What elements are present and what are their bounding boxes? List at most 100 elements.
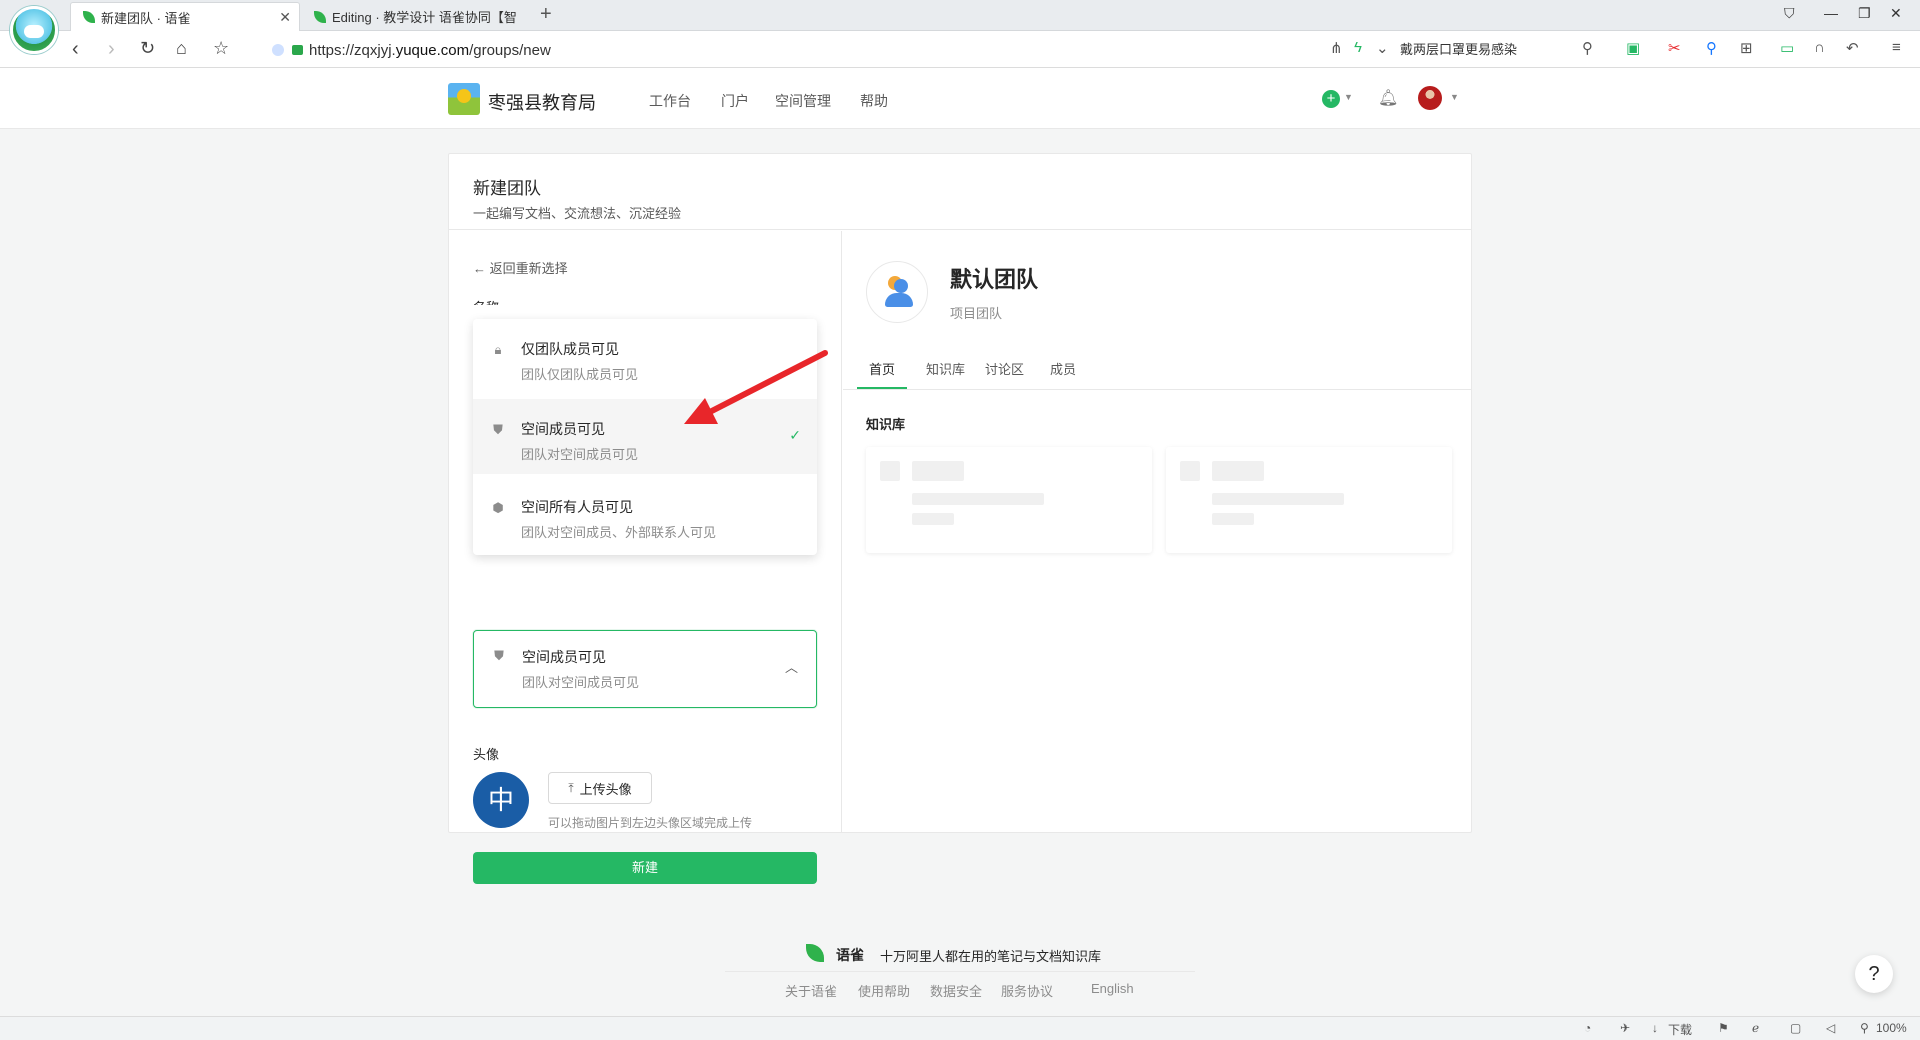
add-plus-icon[interactable]: + <box>1322 90 1340 108</box>
restore-icon[interactable]: ❐ <box>1858 5 1871 22</box>
apps-grid-icon[interactable]: ⊞ <box>1740 39 1753 57</box>
team-avatar[interactable]: 中 <box>473 772 529 828</box>
caret-down-icon[interactable]: ▼ <box>1344 92 1353 102</box>
minimize-icon[interactable]: — <box>1824 5 1838 21</box>
caret-down-icon[interactable]: ▼ <box>1450 92 1459 102</box>
option-title: 空间所有人员可见 <box>521 499 633 515</box>
footer-link-data-security[interactable]: 数据安全 <box>930 981 982 1000</box>
footer-link-terms[interactable]: 服务协议 <box>1001 981 1053 1000</box>
footer-brand[interactable]: 语雀 <box>836 945 864 965</box>
magnifier-icon[interactable]: ⚲ <box>1706 39 1717 57</box>
back-icon[interactable]: ‹ <box>72 38 79 61</box>
tab-knowledge-base[interactable]: 知识库 <box>926 359 965 378</box>
bookmark-star-icon[interactable]: ☆ <box>213 38 229 59</box>
url-path: /groups/new <box>469 41 551 59</box>
nav-workbench[interactable]: 工作台 <box>649 91 691 111</box>
tab-members[interactable]: 成员 <box>1050 359 1076 378</box>
window-icon[interactable]: ▢ <box>1790 1021 1801 1035</box>
footer-link-about[interactable]: 关于语雀 <box>785 981 837 1000</box>
reload-icon[interactable]: ↻ <box>140 38 155 59</box>
name-label: 名称 <box>473 297 499 305</box>
headphones-icon[interactable]: ∩ <box>1814 39 1825 56</box>
shirt-skin-icon[interactable]: ⛉ <box>1784 5 1795 22</box>
url-host: yuque.com <box>395 41 470 59</box>
nav-help[interactable]: 帮助 <box>860 91 888 111</box>
download-label[interactable]: 下载 <box>1668 1021 1692 1038</box>
back-reselect-link[interactable]: ← 返回重新选择 <box>473 258 568 277</box>
app-header: 枣强县教育局 工作台 门户 空间管理 帮助 + ▼ 🔔︎ ▼ <box>0 68 1920 129</box>
chevron-down-icon[interactable]: ⌄ <box>1376 39 1389 57</box>
scissors-icon[interactable]: ✂ <box>1668 39 1681 57</box>
upload-avatar-button[interactable]: ⤒ 上传头像 <box>548 772 652 804</box>
footer-link-english[interactable]: English <box>1091 981 1134 996</box>
undo-icon[interactable]: ↶ <box>1846 39 1859 57</box>
search-input[interactable]: 戴两层口罩更易感染 <box>1400 38 1600 62</box>
user-avatar[interactable] <box>1418 86 1442 110</box>
search-text: 戴两层口罩更易感染 <box>1400 42 1518 57</box>
zoom-icon[interactable]: ⚲ <box>1860 1021 1869 1035</box>
lightning-icon[interactable]: ϟ <box>1354 39 1362 56</box>
upload-icon: ⤒ <box>568 780 574 795</box>
visibility-option-space-members[interactable]: ⛊ 空间成员可见 团队对空间成员可见 ✓ <box>473 399 817 474</box>
tab-home[interactable]: 首页 <box>869 359 895 378</box>
tab-title: 新建团队 · 语雀 <box>101 10 191 26</box>
url-field[interactable]: https://zqxjyj. yuque.com/groups/new <box>272 38 1312 62</box>
selected-visibility-desc: 团队对空间成员可见 <box>522 675 640 690</box>
visibility-option-team-only[interactable]: 🔒︎ 仅团队成员可见 团队仅团队成员可见 <box>473 319 817 394</box>
option-desc: 团队对空间成员可见 <box>521 447 639 462</box>
browser-status-bar: ◔ ✈ ↓ 下载 ⚑ ℯ ▢ ◁ ⚲ 100% <box>0 1016 1920 1040</box>
close-tab-icon[interactable]: ✕ <box>279 9 291 26</box>
battery-icon[interactable]: ▭ <box>1780 39 1794 57</box>
option-title: 仅团队成员可见 <box>521 341 619 357</box>
upload-hint: 可以拖动图片到左边头像区域完成上传 <box>548 816 753 830</box>
download-icon[interactable]: ↓ <box>1652 1021 1658 1035</box>
tab-title: Editing · 教学设计 语雀协同【智 <box>332 10 517 25</box>
yuque-logo-icon <box>806 944 824 962</box>
address-toolbar: ‹ › ↻ ⌂ ☆ https://zqxjyj. yuque.com/group… <box>0 31 1920 68</box>
create-button[interactable]: 新建 <box>473 852 817 884</box>
shield-icon: ⛊ <box>493 422 503 437</box>
tab-divider <box>843 389 1471 390</box>
browser-tab-active[interactable]: 新建团队 · 语雀 ✕ <box>70 2 300 31</box>
site-info-icon[interactable] <box>272 44 284 56</box>
speaker-icon[interactable]: ◁ <box>1826 1021 1835 1035</box>
pin-icon[interactable]: ✈ <box>1620 1021 1630 1035</box>
flag-icon[interactable]: ⚑ <box>1718 1021 1729 1035</box>
option-desc: 团队对空间成员、外部联系人可见 <box>521 525 717 540</box>
org-name[interactable]: 枣强县教育局 <box>488 89 596 115</box>
footer-link-help[interactable]: 使用帮助 <box>858 981 910 1000</box>
menu-icon[interactable]: ≡ <box>1892 39 1901 56</box>
ie-icon[interactable]: ℯ <box>1752 1021 1759 1035</box>
option-title: 空间成员可见 <box>521 421 605 437</box>
selected-visibility-title: 空间成员可见 <box>522 649 606 665</box>
nav-space-management[interactable]: 空间管理 <box>775 91 831 111</box>
search-icon[interactable]: ⚲ <box>1582 39 1593 57</box>
upload-label: 上传头像 <box>579 781 632 797</box>
shield-icon: ⛊ <box>494 648 504 663</box>
tab-discussion[interactable]: 讨论区 <box>985 359 1024 378</box>
page-title: 新建团队 <box>473 179 541 198</box>
share-icon[interactable]: ⋔ <box>1330 39 1343 57</box>
browser-tab[interactable]: Editing · 教学设计 语雀协同【智 <box>302 2 532 31</box>
forward-icon[interactable]: › <box>108 38 115 61</box>
avatar-label: 头像 <box>473 747 500 762</box>
close-window-icon[interactable]: ✕ <box>1890 5 1902 22</box>
skeleton-card <box>1166 447 1452 553</box>
back-link-label: 返回重新选择 <box>489 261 568 276</box>
help-button[interactable]: ? <box>1855 955 1893 993</box>
nav-portal[interactable]: 门户 <box>721 91 749 111</box>
org-logo-icon[interactable] <box>448 83 480 115</box>
browser-tab-bar: 新建团队 · 语雀 ✕ Editing · 教学设计 语雀协同【智 + ⛉ — … <box>0 0 1920 54</box>
translate-icon[interactable]: ▣ <box>1626 39 1640 57</box>
zoom-level[interactable]: 100% <box>1876 1021 1907 1035</box>
footer-slogan: 十万阿里人都在用的笔记与文档知识库 <box>880 949 1102 964</box>
speed-icon[interactable]: ◔ <box>1584 1021 1591 1035</box>
new-tab-button[interactable]: + <box>540 3 552 26</box>
preview-team-name: 默认团队 <box>950 267 1039 292</box>
url-prefix: https://zqxjyj. <box>309 41 396 59</box>
visibility-select[interactable]: ⛊ 空间成员可见 团队对空间成员可见 ︿ <box>473 630 817 708</box>
home-icon[interactable]: ⌂ <box>176 38 187 59</box>
browser-logo-icon[interactable] <box>10 6 58 54</box>
bell-icon[interactable]: 🔔︎ <box>1378 88 1398 108</box>
visibility-option-everyone[interactable]: ⬢ 空间所有人员可见 团队对空间成员、外部联系人可见 <box>473 477 817 552</box>
